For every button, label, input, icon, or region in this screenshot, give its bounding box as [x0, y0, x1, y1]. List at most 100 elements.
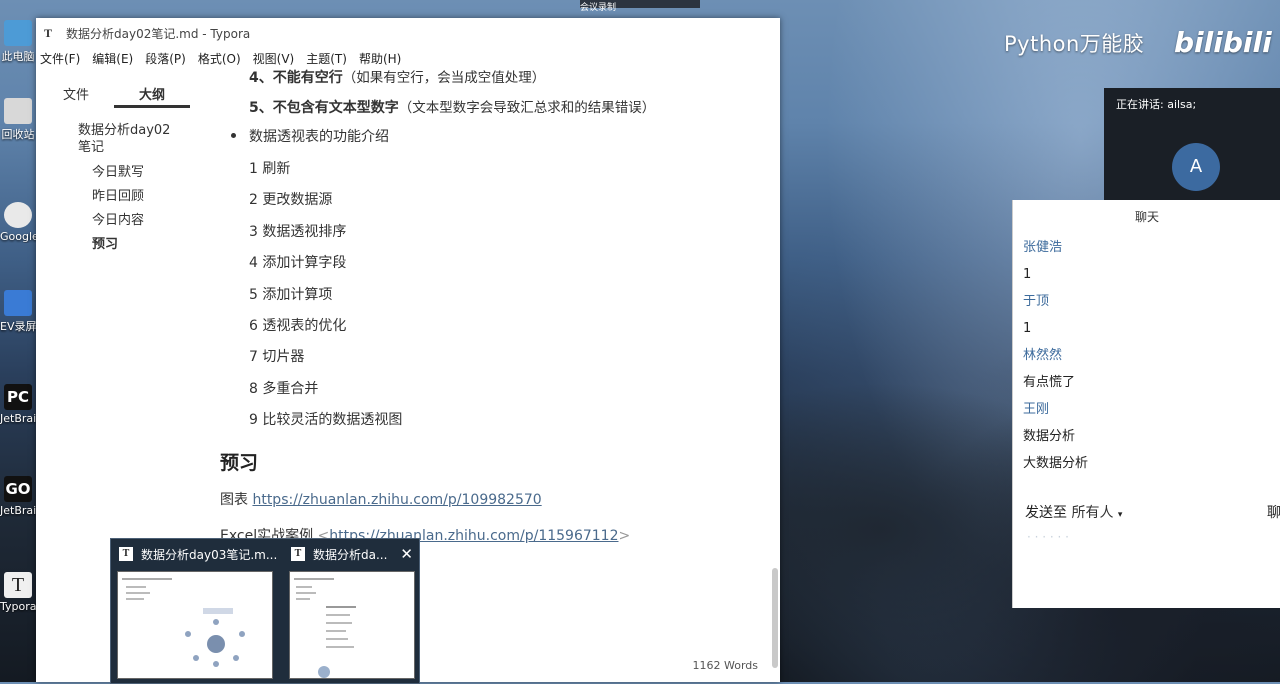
desktop-icon-pycharm[interactable]: PC JetBrains PyCharm — [0, 384, 36, 425]
chat-message: 大数据分析 — [1023, 456, 1089, 471]
desktop-icon-label: JetBrains PyCharm — [0, 412, 36, 425]
menu-edit[interactable]: 编辑(E) — [92, 50, 133, 67]
desktop-icon-typora[interactable]: T Typora — [0, 572, 36, 613]
outline-item[interactable]: 今日默写 — [78, 161, 226, 185]
send-to-selector[interactable]: 发送至 所有人 ▾ — [1025, 502, 1122, 522]
feature-item: 2 更改数据源 — [249, 192, 333, 208]
feature-item: 6 透视表的优化 — [249, 318, 347, 334]
desktop-icon-ev-recorder[interactable]: EV录屏 — [0, 290, 36, 334]
chart-link-line: 图表 https://zhuanlan.zhihu.com/p/10998257… — [220, 489, 542, 509]
speaking-indicator: 正在讲话: ailsa; — [1116, 98, 1197, 111]
chart-label: 图表 — [220, 492, 248, 508]
chat-panel: 聊天 张健浩 1 于顶 1 林然然 有点慌了 王刚 数据分析 大数据分析 发送至… — [1012, 200, 1280, 608]
editor-scrollbar[interactable] — [772, 568, 778, 668]
typora-icon: T — [291, 547, 305, 561]
meeting-record-label: 会议录制 — [580, 3, 617, 13]
chat-sender: 张健浩 — [1023, 240, 1063, 255]
sidebar-tabs: 文件 大纲 — [36, 68, 226, 108]
chat-sender: 林然然 — [1023, 348, 1063, 363]
typora-icon-text: T — [11, 574, 25, 596]
chart-link[interactable]: https://zhuanlan.zhihu.com/p/109982570 — [252, 492, 541, 508]
chat-sender: 王刚 — [1023, 402, 1050, 417]
preview-title-bar: T 数据分析da... — [283, 539, 419, 569]
feature-item: 9 比较灵活的数据透视图 — [249, 412, 403, 428]
rule-4-note: （如果有空行，会当成空值处理） — [342, 70, 546, 86]
desktop-icon-label: EV录屏 — [0, 320, 36, 333]
desktop-icon-recycle-bin[interactable]: 回收站 — [0, 98, 36, 142]
recycle-bin-icon — [4, 98, 32, 124]
chat-title: 聊天 — [1134, 210, 1159, 224]
thumbnail-document — [294, 578, 356, 678]
desktop-icon-label: JetBrains GoLand — [0, 504, 36, 517]
outline-item[interactable]: 昨日回顾 — [78, 185, 226, 209]
meeting-record-strip: 会议录制 — [580, 0, 700, 13]
feature-item: 1 刷新 — [249, 161, 291, 177]
desktop-icon-label: 回收站 — [1, 128, 35, 141]
pycharm-icon-text: PC — [6, 388, 29, 406]
outline-item[interactable]: 今日内容 — [78, 209, 226, 233]
preview-title-bar: T 数据分析day03笔记.m... — [111, 539, 281, 569]
bullet-dot — [231, 133, 236, 138]
desktop-icon-column: 此电脑 回收站 Google Chrome EV录屏 PC JetBrains … — [0, 0, 36, 682]
mouse-cursor-icon: ➤ — [317, 641, 331, 660]
bilibili-logo: bilibili — [1174, 26, 1272, 59]
chat-message-list: 张健浩 1 于顶 1 林然然 有点慌了 王刚 数据分析 大数据分析 — [1023, 234, 1088, 477]
ev-recorder-icon — [4, 290, 32, 316]
chat-message: 1 — [1023, 267, 1032, 282]
tab-files[interactable]: 文件 — [38, 68, 114, 108]
desktop-icon-label: Typora — [0, 600, 36, 613]
menu-paragraph[interactable]: 段落(P) — [145, 50, 186, 67]
chat-message: 有点慌了 — [1023, 375, 1076, 390]
section-heading: 预习 — [220, 452, 259, 474]
desktop-icon-goland[interactable]: GO JetBrains GoLand — [0, 476, 36, 517]
outline-tree: 数据分析day02笔记 今日默写 昨日回顾 今日内容 预习 — [36, 108, 226, 257]
send-to-value: 所有人 — [1071, 505, 1114, 521]
rule-4: 4、不能有空行（如果有空行，会当成空值处理） — [249, 66, 545, 87]
goland-icon-text: GO — [5, 480, 31, 498]
menu-file[interactable]: 文件(F) — [40, 50, 80, 67]
outline-item-root[interactable]: 数据分析day02笔记 — [78, 122, 178, 156]
outline-item-active[interactable]: 预习 — [78, 233, 226, 257]
typora-icon: T — [119, 547, 133, 561]
chat-message: 数据分析 — [1023, 429, 1076, 444]
chat-sender: 于顶 — [1023, 294, 1050, 309]
feature-item: 3 数据透视排序 — [249, 224, 347, 240]
desktop-icon-label: 此电脑 — [1, 50, 35, 63]
desktop-icon-this-pc[interactable]: 此电脑 — [0, 20, 36, 64]
goland-icon: GO — [4, 476, 32, 502]
send-to-label: 发送至 — [1025, 505, 1067, 521]
desktop-icon-label: Google Chrome — [0, 230, 36, 243]
close-icon[interactable]: ✕ — [400, 545, 413, 563]
thumbnail-mindmap — [122, 578, 245, 667]
rule-4-title: 4、不能有空行 — [249, 70, 343, 86]
window-titlebar: T 数据分析day02笔记.md - Typora — [36, 18, 780, 48]
feature-item: 8 多重合并 — [249, 381, 319, 397]
preview-thumbnail — [289, 571, 415, 679]
computer-icon — [4, 20, 32, 46]
rule-5: 5、不包含有文本型数字（文本型数字会导致汇总求和的结果错误） — [249, 96, 655, 117]
brand-watermark: Python万能胶 — [1004, 32, 1145, 56]
chat-side-button[interactable]: 聊 — [1267, 502, 1280, 522]
rule-5-note: （文本型数字会导致汇总求和的结果错误） — [398, 100, 656, 116]
bullet-item: 数据透视表的功能介绍 — [249, 129, 389, 145]
word-count[interactable]: 1162 Words — [693, 659, 759, 672]
typora-icon: T — [4, 572, 32, 598]
preview-title: 数据分析da... — [313, 547, 388, 562]
window-title: 数据分析day02笔记.md - Typora — [66, 26, 251, 41]
preview-thumbnail — [117, 571, 273, 679]
taskbar-preview-popup: T 数据分析day03笔记.m... T 数据分析da... ✕ ➤ — [110, 538, 420, 684]
feature-item: 7 切片器 — [249, 349, 305, 365]
feature-item: 5 添加计算项 — [249, 287, 333, 303]
chat-message: 1 — [1023, 321, 1032, 336]
rule-5-title: 5、不包含有文本型数字 — [249, 100, 399, 116]
preview-window-1[interactable]: T 数据分析day03笔记.m... — [111, 539, 281, 683]
chat-input[interactable]: · · · · · · — [1027, 530, 1069, 544]
chrome-icon — [4, 202, 32, 228]
tab-outline[interactable]: 大纲 — [114, 68, 190, 108]
typora-app-icon: T — [44, 26, 53, 40]
dropdown-arrow-icon: ▾ — [1117, 510, 1123, 520]
preview-window-2[interactable]: T 数据分析da... ✕ ➤ — [283, 539, 419, 683]
desktop-icon-chrome[interactable]: Google Chrome — [0, 202, 36, 243]
feature-item: 4 添加计算字段 — [249, 255, 347, 271]
pycharm-icon: PC — [4, 384, 32, 410]
